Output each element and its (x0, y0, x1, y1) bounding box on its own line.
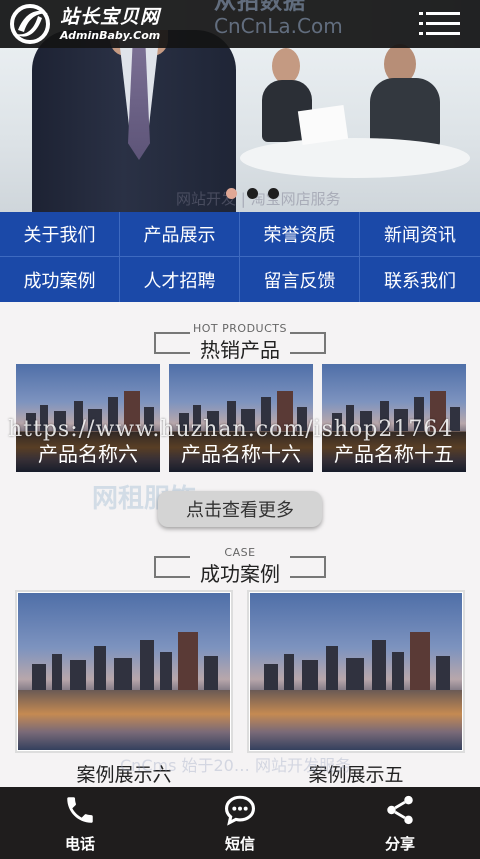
share-label: 分享 (384, 834, 415, 853)
banner-dot-1[interactable] (226, 188, 237, 199)
bottom-bar: 电话 短信 分享 (0, 787, 480, 859)
header-watermark: 从拍数据 CnCnLa.Com (214, 0, 343, 36)
product-name: 产品名称六 (16, 432, 160, 472)
watermark-line1: 从拍数据 (214, 0, 307, 15)
product-card[interactable]: 产品名称十五 (322, 364, 466, 472)
banner-dots[interactable] (226, 188, 279, 199)
product-name: 产品名称十五 (322, 432, 466, 472)
banner-dot-2[interactable] (247, 188, 258, 199)
nav-item-about[interactable]: 关于我们 (0, 212, 120, 257)
product-card[interactable]: 产品名称十六 (169, 364, 313, 472)
nav-item-jobs[interactable]: 人才招聘 (120, 257, 240, 302)
nav-item-feedback[interactable]: 留言反馈 (240, 257, 360, 302)
nav-item-news[interactable]: 新闻资讯 (360, 212, 480, 257)
product-name: 产品名称十六 (169, 432, 313, 472)
sms-icon (224, 795, 256, 826)
heading-cn: 成功案例 (200, 562, 280, 586)
hot-products-heading: HOT PRODUCTS 热销产品 (0, 322, 480, 366)
case-image (250, 593, 462, 750)
logo-subtitle: AdminBaby.Com (60, 28, 161, 42)
logo-icon (10, 4, 54, 44)
logo-title: 站长宝贝网 (60, 5, 161, 28)
nav-item-honors[interactable]: 荣誉资质 (240, 212, 360, 257)
watermark-line2: CnCnLa.Com (214, 14, 343, 38)
nav-item-products[interactable]: 产品展示 (120, 212, 240, 257)
banner-paper (297, 104, 349, 146)
background-watermark: CnCms 始于20… 网站开发服务 (120, 756, 351, 775)
phone-icon (67, 796, 93, 823)
phone-button[interactable]: 电话 (0, 787, 160, 859)
sms-button[interactable]: 短信 (160, 787, 320, 859)
header: 站长宝贝网 AdminBaby.Com 从拍数据 CnCnLa.Com (0, 0, 480, 48)
product-list: 产品名称六 产品名称十六 产品名称十五 (16, 364, 466, 472)
banner-dot-3[interactable] (268, 188, 279, 199)
main-nav: 关于我们 产品展示 荣誉资质 新闻资讯 成功案例 人才招聘 留言反馈 联系我们 (0, 212, 480, 302)
banner-person-head (272, 48, 300, 84)
product-card[interactable]: 产品名称六 (16, 364, 160, 472)
case-image-frame (247, 590, 465, 753)
menu-icon[interactable] (419, 12, 460, 36)
banner-table (240, 138, 470, 178)
case-image-frame (15, 590, 233, 753)
view-more-button[interactable]: 点击查看更多 (158, 491, 322, 527)
case-image (18, 593, 230, 750)
phone-label: 电话 (64, 834, 95, 853)
nav-item-contact[interactable]: 联系我们 (360, 257, 480, 302)
share-icon (387, 795, 413, 824)
nav-item-cases[interactable]: 成功案例 (0, 257, 120, 302)
logo[interactable]: 站长宝贝网 AdminBaby.Com (10, 4, 160, 44)
share-button[interactable]: 分享 (320, 787, 480, 859)
case-heading: CASE 成功案例 (0, 546, 480, 590)
sms-label: 短信 (224, 834, 255, 853)
heading-cn: 热销产品 (200, 338, 280, 362)
